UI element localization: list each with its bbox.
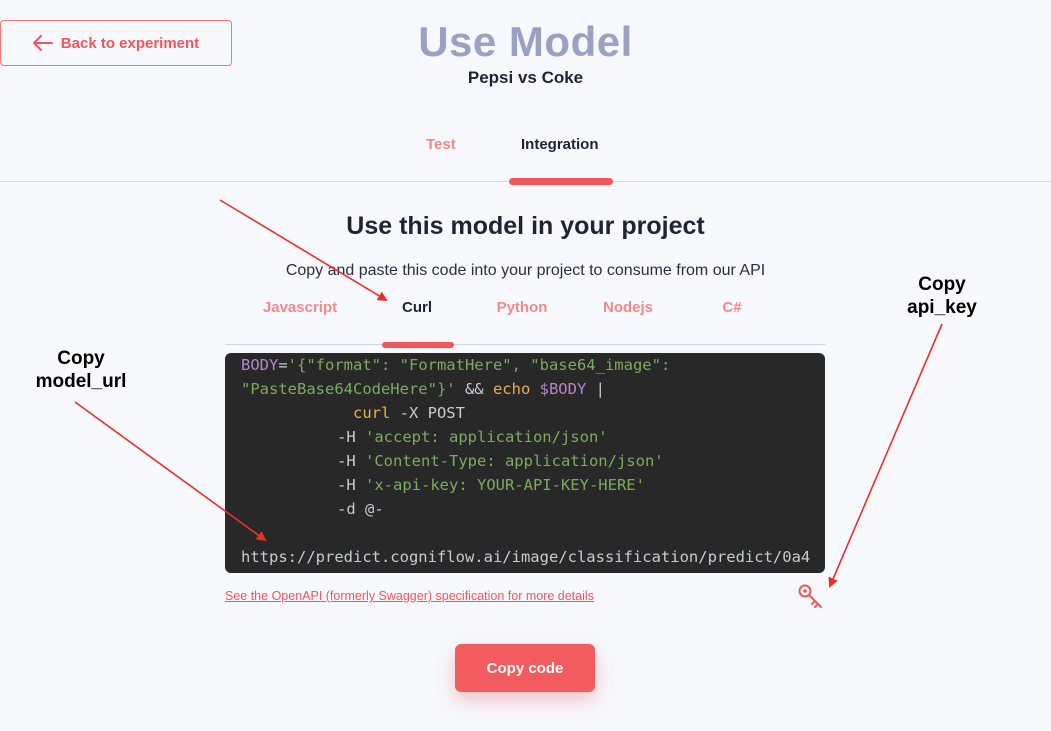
lang-tab-curl[interactable]: Curl: [357, 299, 477, 316]
code-token: $BODY: [530, 380, 587, 398]
code-token: =: [278, 356, 288, 374]
key-icon[interactable]: [797, 583, 825, 609]
code-token: -H: [337, 452, 365, 470]
tab-test[interactable]: Test: [426, 136, 456, 153]
code-token: 'x-api-key: YOUR-API-KEY-HERE': [365, 476, 645, 494]
code-token: -H: [337, 476, 365, 494]
model-name: Pepsi vs Coke: [467, 68, 584, 87]
annotation-copy-model-url: Copy model_url: [35, 348, 127, 392]
annotation-copy-api-key: Copy api_key: [907, 274, 977, 318]
code-line: BODY='{"format": "FormatHere", "base64_i…: [241, 353, 825, 377]
code-line: -H 'Content-Type: application/json': [241, 449, 825, 473]
annotation-arrow: [828, 323, 943, 588]
code-line: -H 'accept: application/json': [241, 425, 825, 449]
code-token: "PasteBase64CodeHere"}': [241, 380, 456, 398]
code-token: echo: [492, 380, 531, 398]
code-token: 'accept: application/json': [365, 428, 608, 446]
openapi-spec-link[interactable]: See the OpenAPI (formerly Swagger) speci…: [225, 589, 594, 603]
code-token: -d @-: [337, 500, 384, 518]
code-line: curl -X POST: [241, 401, 825, 425]
copy-code-button[interactable]: Copy code: [455, 644, 595, 692]
code-token: -X POST: [390, 404, 465, 422]
section-title: Use this model in your project: [346, 212, 705, 240]
code-token: &&: [455, 380, 493, 398]
lang-tab-nodejs[interactable]: Nodejs: [568, 299, 688, 316]
code-line: "PasteBase64CodeHere"}' && echo $BODY |: [241, 377, 825, 401]
active-tab-indicator: [509, 178, 613, 185]
code-line: -d @-: [241, 497, 825, 521]
code-token: BODY: [241, 356, 279, 374]
code-token: |: [586, 380, 605, 398]
code-line: -H 'x-api-key: YOUR-API-KEY-HERE': [241, 473, 825, 497]
code-token: curl: [352, 404, 391, 422]
page-title: Use Model: [418, 18, 633, 65]
code-block[interactable]: BODY='{"format": "FormatHere", "base64_i…: [225, 353, 825, 573]
code-line: https://predict.cogniflow.ai/image/class…: [241, 545, 825, 569]
lang-tabs-divider: [225, 344, 825, 345]
lang-tab-csharp[interactable]: C#: [672, 299, 792, 316]
active-lang-indicator: [382, 342, 454, 348]
tab-integration[interactable]: Integration: [521, 136, 599, 153]
code-token: 'Content-Type: application/json': [365, 452, 664, 470]
code-url: https://predict.cogniflow.ai/image/class…: [241, 548, 811, 566]
lang-tab-python[interactable]: Python: [462, 299, 582, 316]
code-token: -H: [337, 428, 365, 446]
lang-tab-javascript[interactable]: Javascript: [240, 299, 360, 316]
code-token: '{"format": "FormatHere", "base64_image"…: [287, 356, 671, 374]
